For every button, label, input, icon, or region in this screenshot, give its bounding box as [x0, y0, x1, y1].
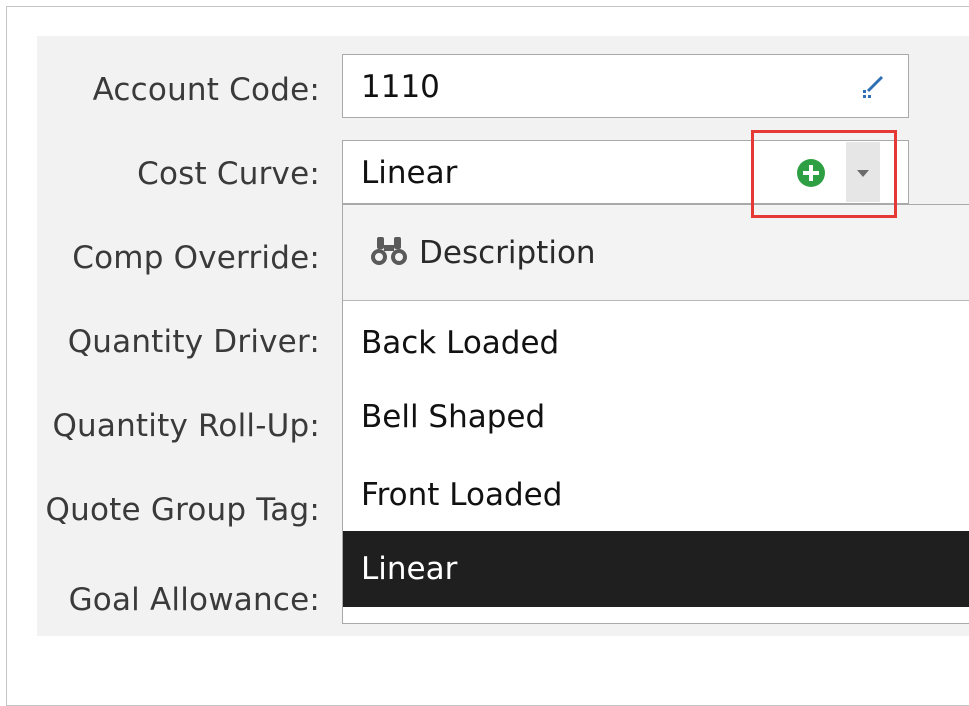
account-code-label: Account Code: [92, 72, 320, 108]
description-header: Description [419, 235, 596, 271]
option-label: Linear [361, 551, 458, 587]
option-label: Bell Shaped [361, 399, 546, 435]
quote-group-tag-label: Quote Group Tag: [45, 492, 320, 528]
cost-curve-label: Cost Curve: [137, 156, 320, 192]
cost-curve-value: Linear [361, 155, 458, 191]
option-back-loaded[interactable]: Back Loaded [343, 305, 969, 381]
option-bell-shaped[interactable]: Bell Shaped [343, 379, 969, 455]
option-front-loaded[interactable]: Front Loaded [343, 457, 969, 533]
edit-pencil-icon[interactable] [860, 73, 886, 99]
option-label: Front Loaded [361, 477, 563, 513]
account-code-field[interactable]: 1110 [342, 54, 909, 118]
comp-override-label: Comp Override: [72, 240, 320, 276]
option-label: Back Loaded [361, 325, 560, 361]
highlight-annotation-box [751, 130, 897, 218]
goal-allowance-label: Goal Allowance: [68, 582, 320, 618]
binoculars-icon [371, 237, 407, 265]
account-code-value: 1110 [361, 69, 440, 105]
quantity-rollup-label: Quantity Roll-Up: [52, 408, 320, 444]
cost-curve-dropdown-list: Description Back Loaded Bell Shaped Fron… [342, 204, 969, 624]
dropdown-header[interactable]: Description [343, 205, 969, 301]
option-linear[interactable]: Linear [343, 531, 969, 607]
quantity-driver-label: Quantity Driver: [67, 324, 320, 360]
